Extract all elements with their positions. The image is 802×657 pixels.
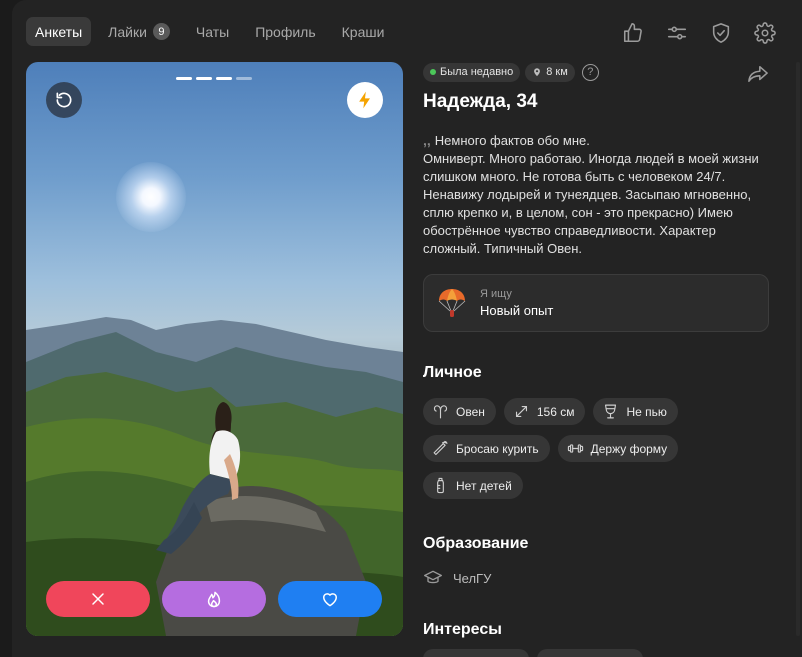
status-text: Была недавно bbox=[440, 66, 514, 78]
chip-label: Держу форму bbox=[590, 441, 668, 456]
chip-zodiac: Овен bbox=[423, 398, 496, 425]
lightning-icon bbox=[359, 91, 370, 109]
chip-alcohol: Не пью bbox=[593, 398, 678, 425]
education-value: ЧелГУ bbox=[453, 570, 492, 586]
cigarette-icon bbox=[433, 440, 448, 456]
chip-label: 156 см bbox=[536, 404, 575, 419]
online-dot bbox=[430, 69, 436, 75]
toolbar-icons bbox=[619, 19, 778, 46]
quote-icon: ‚‚ bbox=[423, 132, 431, 148]
personal-section-title: Личное bbox=[423, 364, 482, 381]
looking-for-value: Новый опыт bbox=[480, 303, 554, 318]
personal-chips: Овен 156 см Не пью Бросаю курить Держу ф… bbox=[423, 398, 769, 499]
undo-icon bbox=[56, 92, 72, 108]
graduation-cap-icon bbox=[424, 570, 442, 584]
tab-crushes[interactable]: Краши bbox=[333, 17, 394, 46]
progress-segment bbox=[196, 77, 212, 80]
distance-text: 8 км bbox=[546, 66, 568, 78]
chip-fitness: Держу форму bbox=[557, 435, 679, 462]
profile-bio: ‚‚ Немного фактов обо мне. Омниверт. Мног… bbox=[423, 131, 769, 258]
photo-landscape bbox=[26, 317, 403, 636]
profile-name: Надежда, 34 bbox=[423, 91, 538, 112]
tab-likes[interactable]: Лайки 9 bbox=[99, 17, 179, 46]
location-pin-icon bbox=[534, 68, 541, 77]
tab-ankety[interactable]: Анкеты bbox=[26, 17, 92, 46]
tab-chats[interactable]: Чаты bbox=[187, 17, 238, 46]
chip-label: Не пью bbox=[626, 404, 667, 419]
flame-icon bbox=[207, 591, 221, 608]
height-arrows-icon bbox=[515, 405, 527, 418]
tab-label: Лайки bbox=[108, 23, 147, 40]
heart-icon bbox=[323, 593, 337, 607]
superlike-button[interactable] bbox=[162, 581, 266, 617]
education-item: ЧелГУ bbox=[423, 568, 769, 588]
progress-segment bbox=[216, 77, 232, 80]
share-icon bbox=[748, 65, 768, 83]
distance-badge: 8 км bbox=[525, 62, 575, 82]
top-nav: Анкеты Лайки 9 Чаты Профиль Краши bbox=[26, 17, 401, 46]
looking-for-card: Я ищу Новый опыт bbox=[423, 274, 769, 332]
education-section-title: Образование bbox=[423, 535, 529, 552]
bio-line: Немного фактов обо мне. bbox=[434, 133, 590, 148]
status-badge: Была недавно bbox=[423, 62, 521, 82]
gear-icon[interactable] bbox=[751, 19, 778, 46]
tab-label: Профиль bbox=[255, 23, 316, 40]
progress-segment bbox=[176, 77, 192, 80]
tab-label: Анкеты bbox=[35, 23, 83, 40]
tab-label: Краши bbox=[341, 23, 385, 40]
interest-chip bbox=[537, 649, 643, 657]
interests-chips bbox=[423, 649, 769, 657]
interest-chip bbox=[423, 649, 529, 657]
close-icon bbox=[92, 593, 104, 605]
profile-meta: Была недавно 8 км ? bbox=[423, 62, 769, 82]
share-button[interactable] bbox=[747, 64, 769, 84]
tab-label: Чаты bbox=[195, 23, 230, 40]
photo-progress bbox=[176, 77, 252, 80]
app-window: Анкеты Лайки 9 Чаты Профиль Краши Была н… bbox=[12, 0, 802, 657]
baby-bottle-icon bbox=[437, 477, 444, 494]
chip-smoking: Бросаю курить bbox=[423, 435, 550, 462]
thumbs-up-icon[interactable] bbox=[619, 19, 646, 46]
boost-button[interactable] bbox=[347, 82, 383, 118]
interests-section-title: Интересы bbox=[423, 621, 502, 638]
profile-info: Была недавно 8 км ? Надежда, 34 ‚‚ Немног… bbox=[423, 62, 769, 657]
dumbbell-icon bbox=[567, 444, 583, 453]
dislike-button[interactable] bbox=[46, 581, 150, 617]
wine-glass-icon bbox=[605, 404, 617, 419]
scrollbar[interactable] bbox=[796, 62, 800, 636]
aries-icon bbox=[433, 405, 448, 419]
chip-label: Бросаю курить bbox=[456, 441, 539, 456]
help-icon[interactable]: ? bbox=[581, 63, 599, 81]
like-button[interactable] bbox=[278, 581, 382, 617]
swipe-actions bbox=[46, 581, 382, 617]
chip-label: Нет детей bbox=[456, 478, 512, 493]
parachute-icon bbox=[438, 289, 466, 317]
progress-segment bbox=[236, 77, 252, 80]
chip-label: Овен bbox=[456, 404, 485, 419]
shield-check-icon[interactable] bbox=[707, 19, 734, 46]
bio-line: Омниверт. Много работаю. Иногда людей в … bbox=[423, 151, 759, 256]
looking-for-label: Я ищу bbox=[480, 288, 512, 300]
sliders-icon[interactable] bbox=[663, 19, 690, 46]
likes-count-badge: 9 bbox=[152, 23, 170, 40]
undo-button[interactable] bbox=[46, 82, 82, 118]
chip-kids: Нет детей bbox=[423, 472, 523, 499]
tab-profile[interactable]: Профиль bbox=[246, 17, 324, 46]
chip-height: 156 см bbox=[503, 398, 586, 425]
profile-photo[interactable] bbox=[26, 62, 403, 636]
